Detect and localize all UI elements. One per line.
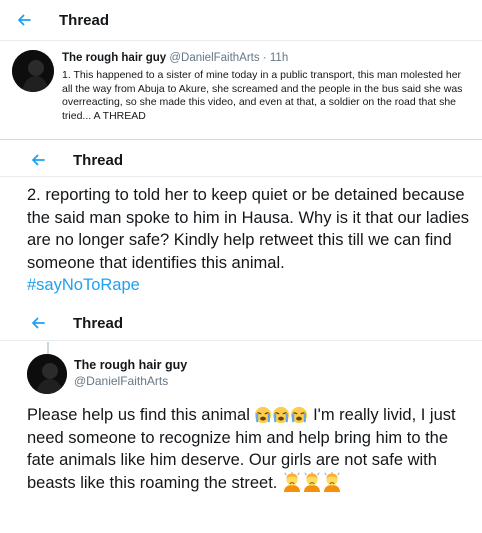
frustrated-emoji-group bbox=[282, 471, 342, 492]
hashtag-link[interactable]: #sayNoToRape bbox=[27, 276, 140, 294]
tweet-text-block: Please help us find this animal I'm real… bbox=[27, 404, 479, 494]
back-button[interactable] bbox=[13, 9, 35, 31]
arrow-left-icon bbox=[18, 14, 31, 26]
tweet-text-block: 2. reporting to told her to keep quiet o… bbox=[27, 184, 479, 297]
arrow-left-icon bbox=[32, 317, 45, 329]
person-frowning-icon bbox=[303, 471, 320, 492]
person-frowning-icon bbox=[323, 471, 340, 492]
thread-screen-2: Thread 2. reporting to told her to keep … bbox=[0, 140, 482, 308]
loudly-crying-face-icon bbox=[273, 406, 290, 424]
loudly-crying-face-icon bbox=[291, 406, 308, 424]
thread-connector-line bbox=[47, 342, 49, 354]
thread-header: Thread bbox=[0, 140, 482, 180]
loudly-crying-face-icon bbox=[255, 406, 272, 424]
thread-screen-1: Thread The rough hair guy @DanielFaithAr… bbox=[0, 0, 482, 140]
tweet-text-before: Please help us find this animal bbox=[27, 406, 250, 424]
back-button[interactable] bbox=[27, 312, 49, 334]
thread-header: Thread bbox=[0, 0, 482, 40]
thread-header: Thread bbox=[0, 308, 482, 343]
thread-screen-3: Thread The rough hair guy @DanielFaithAr… bbox=[0, 308, 482, 533]
header-divider bbox=[0, 340, 482, 341]
header-title: Thread bbox=[73, 314, 124, 332]
arrow-left-icon bbox=[32, 154, 45, 166]
author-handle[interactable]: @DanielFaithArts bbox=[74, 374, 168, 388]
separator: · bbox=[262, 52, 267, 64]
avatar[interactable] bbox=[12, 50, 54, 92]
header-title: Thread bbox=[73, 151, 124, 169]
header-title: Thread bbox=[59, 11, 110, 29]
person-frowning-icon bbox=[283, 471, 300, 492]
tweet-text: 1. This happened to a sister of mine tod… bbox=[62, 69, 463, 122]
tweet-header: The rough hair guy @DanielFaithArts · 11… bbox=[62, 52, 288, 64]
author-handle[interactable]: @DanielFaithArts bbox=[169, 52, 259, 64]
author-name[interactable]: The rough hair guy bbox=[62, 52, 166, 64]
crying-emoji-group bbox=[254, 406, 313, 424]
header-divider bbox=[0, 176, 482, 177]
tweet-text: 2. reporting to told her to keep quiet o… bbox=[27, 186, 470, 272]
author-name[interactable]: The rough hair guy bbox=[74, 358, 187, 372]
avatar[interactable] bbox=[27, 354, 67, 394]
back-button[interactable] bbox=[27, 149, 49, 171]
tweet-time[interactable]: 11h bbox=[270, 52, 288, 64]
header-divider bbox=[0, 40, 482, 41]
